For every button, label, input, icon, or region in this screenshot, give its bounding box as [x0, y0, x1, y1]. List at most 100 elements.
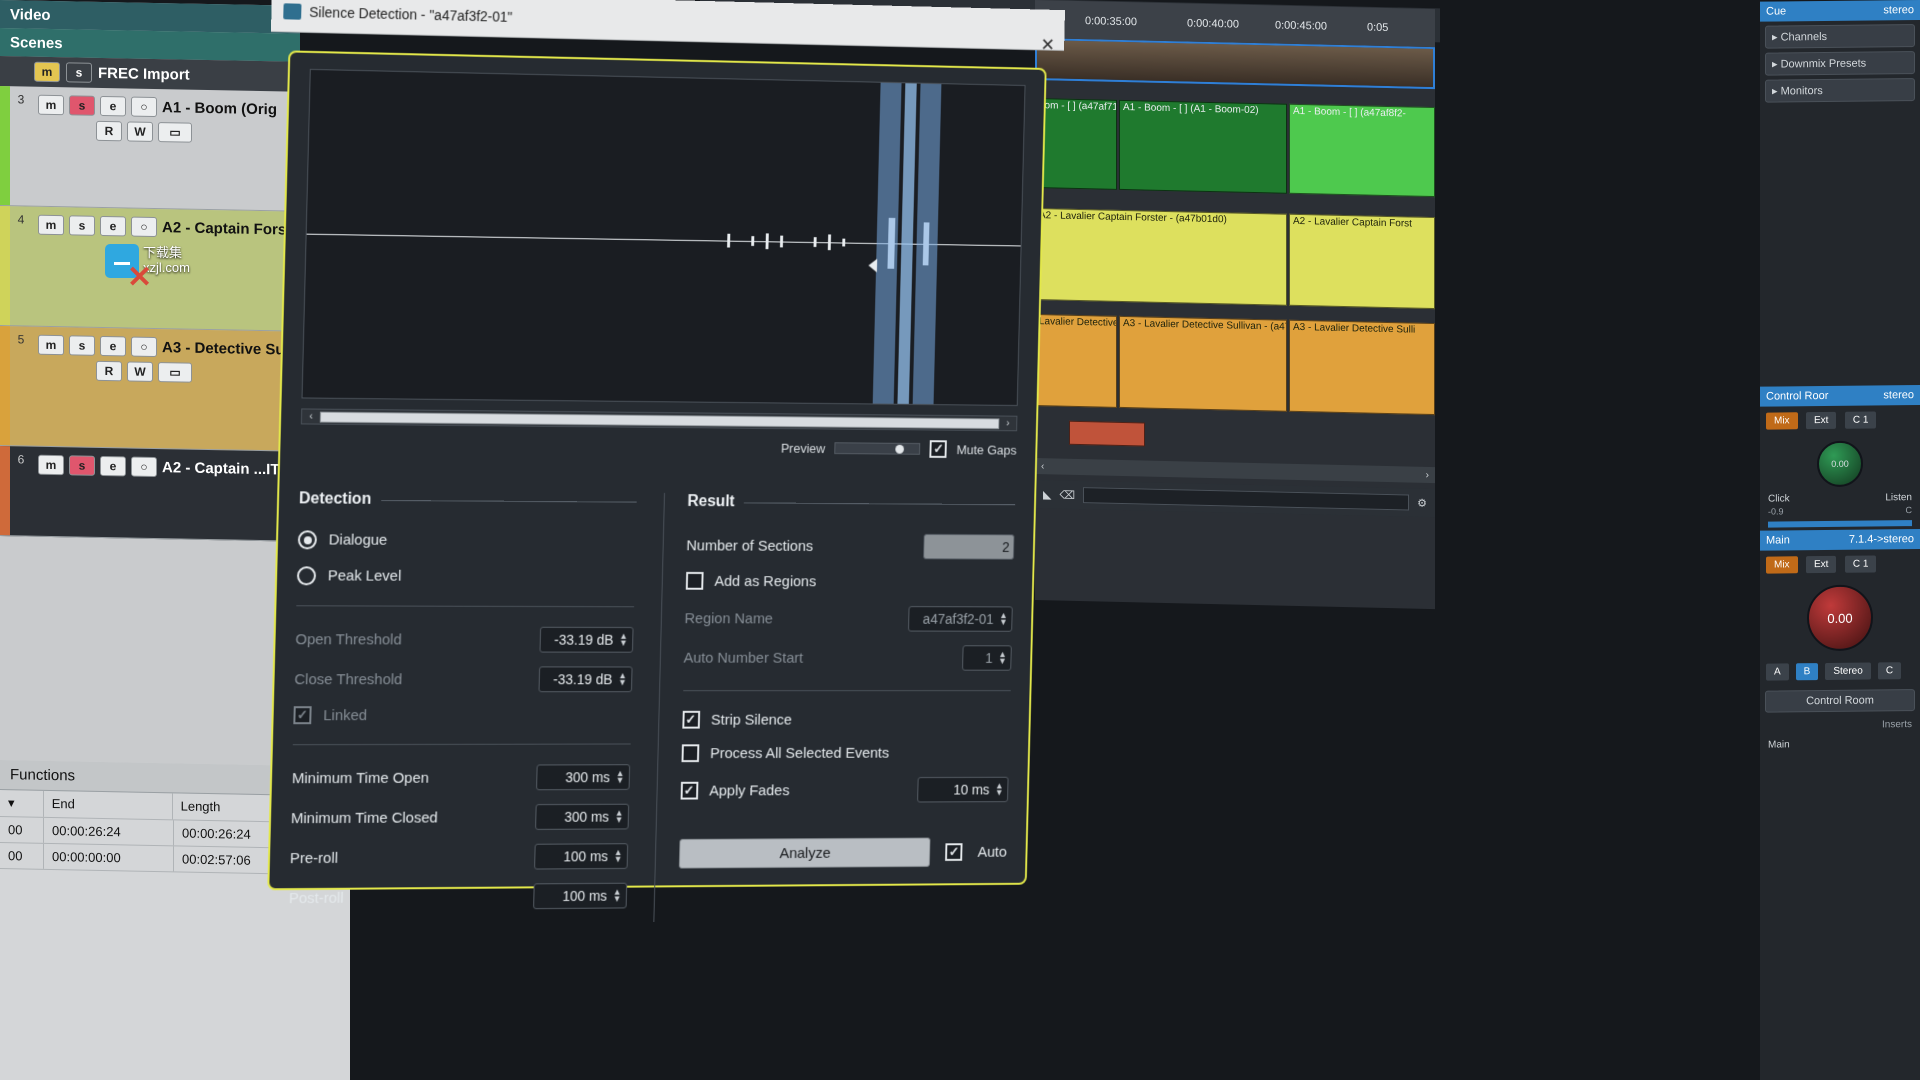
- preview-slider-knob[interactable]: [896, 445, 905, 454]
- window-titlebar[interactable]: Silence Detection - "a47af3f2-01": [271, 0, 1065, 51]
- mute-button[interactable]: m: [38, 335, 64, 355]
- main-volume-knob[interactable]: 0.00: [1807, 584, 1873, 651]
- table-row[interactable]: 5 m s e ○ A3 - Detective Su R W ▭: [0, 326, 300, 452]
- process-all-selected-events-checkbox[interactable]: [681, 744, 699, 762]
- button-b[interactable]: B: [1796, 663, 1819, 680]
- col-expander[interactable]: ▾: [0, 790, 44, 817]
- gear-icon[interactable]: ⚙: [1417, 496, 1427, 509]
- click-label[interactable]: Click: [1768, 493, 1790, 504]
- stepper-arrows-icon[interactable]: ▲▼: [998, 651, 1007, 665]
- tab-mix[interactable]: Mix: [1766, 412, 1798, 429]
- read-automation-button[interactable]: R: [96, 121, 122, 141]
- strip-silence-row[interactable]: ✓ Strip Silence: [682, 711, 1010, 729]
- clip[interactable]: A1 - Boom - [ ] (A1 - Boom-02): [1119, 100, 1287, 194]
- minimum-time-open-stepper[interactable]: 300 ms ▲▼: [536, 764, 630, 790]
- record-enable-icon[interactable]: ○: [131, 457, 157, 477]
- solo-button[interactable]: s: [66, 62, 92, 82]
- record-enable-icon[interactable]: ○: [131, 337, 157, 357]
- tab-c1[interactable]: C 1: [1845, 411, 1877, 428]
- solo-button[interactable]: s: [69, 335, 95, 355]
- add-as-regions-row[interactable]: Add as Regions: [685, 572, 1013, 591]
- radio-peak-level-indicator[interactable]: [297, 566, 316, 585]
- radio-dialogue[interactable]: Dialogue: [298, 530, 636, 551]
- clip[interactable]: A2 - Lavalier Captain Forster - (a47b01d…: [1035, 208, 1287, 306]
- post-roll-stepper[interactable]: 100 ms ▲▼: [533, 883, 627, 909]
- column-header-end[interactable]: End: [44, 791, 173, 819]
- waveform-display[interactable]: [302, 69, 1026, 406]
- scroll-right-icon[interactable]: ›: [999, 417, 1016, 429]
- solo-button[interactable]: s: [69, 215, 95, 235]
- solo-button[interactable]: s: [69, 455, 95, 475]
- mute-button[interactable]: m: [38, 455, 64, 475]
- rack-item-monitors[interactable]: ▸ Monitors: [1765, 78, 1915, 103]
- stepper-arrows-icon[interactable]: ▲▼: [619, 633, 628, 647]
- scrollbar-thumb[interactable]: [320, 411, 1000, 429]
- main-header[interactable]: Main 7.1.4->stereo: [1760, 529, 1920, 551]
- mute-button[interactable]: m: [38, 215, 64, 235]
- open-threshold-stepper[interactable]: -33.19 dB ▲▼: [539, 627, 633, 653]
- stepper-arrows-icon[interactable]: ▲▼: [999, 612, 1008, 626]
- edit-icon[interactable]: e: [100, 96, 126, 116]
- auto-checkbox[interactable]: ✓: [945, 843, 962, 861]
- erase-icon[interactable]: ⌫: [1059, 488, 1075, 501]
- clip[interactable]: A3 - Lavalier Detective Sullivan - (a47b: [1119, 316, 1287, 412]
- tab-c1[interactable]: C 1: [1845, 555, 1877, 572]
- edit-icon[interactable]: e: [100, 216, 126, 236]
- solo-button[interactable]: s: [69, 95, 95, 115]
- apply-fades-stepper[interactable]: 10 ms ▲▼: [917, 777, 1008, 803]
- cue-header[interactable]: Cue stereo: [1760, 0, 1920, 22]
- timeline-hscrollbar[interactable]: ‹ ›: [1035, 458, 1435, 483]
- region-name-input[interactable]: a47af3f2-01 ▲▼: [908, 606, 1013, 632]
- analyze-button[interactable]: Analyze: [678, 838, 930, 869]
- table-row[interactable]: 3 m s e ○ A1 - Boom (Orig R W ▭: [0, 86, 300, 212]
- read-automation-button[interactable]: R: [96, 361, 122, 381]
- stereo-button[interactable]: Stereo: [1825, 663, 1870, 680]
- control-room-footer[interactable]: Control Room: [1765, 689, 1915, 713]
- edit-icon[interactable]: e: [100, 336, 126, 356]
- channel-meter-icon[interactable]: ▭: [158, 122, 192, 143]
- mute-button[interactable]: m: [38, 95, 64, 115]
- radio-dialogue-indicator[interactable]: [298, 530, 317, 549]
- button-a[interactable]: A: [1766, 663, 1789, 680]
- record-enable-icon[interactable]: ○: [131, 217, 157, 237]
- close-icon[interactable]: ✕: [1040, 35, 1055, 56]
- stepper-arrows-icon[interactable]: ▲▼: [614, 849, 623, 863]
- auto-number-start-stepper[interactable]: 1 ▲▼: [962, 645, 1012, 670]
- stepper-arrows-icon[interactable]: ▲▼: [616, 770, 625, 784]
- mute-gaps-checkbox[interactable]: ✓: [930, 440, 947, 458]
- clip[interactable]: A1 - Boom - [ ] (a47af8f2-: [1289, 104, 1435, 197]
- add-as-regions-checkbox[interactable]: [685, 572, 703, 590]
- record-enable-icon[interactable]: ○: [131, 97, 157, 117]
- close-threshold-stepper[interactable]: -33.19 dB ▲▼: [538, 666, 632, 692]
- selection-band[interactable]: [913, 84, 942, 404]
- linked-checkbox-row[interactable]: ✓ Linked: [293, 706, 631, 724]
- strip-silence-checkbox[interactable]: ✓: [682, 711, 700, 729]
- radio-peak-level[interactable]: Peak Level: [297, 566, 635, 586]
- tab-mix[interactable]: Mix: [1766, 556, 1798, 573]
- edit-icon[interactable]: e: [100, 456, 126, 476]
- process-all-selected-events-row[interactable]: Process All Selected Events: [681, 744, 1009, 762]
- minimum-time-closed-stepper[interactable]: 300 ms ▲▼: [535, 804, 629, 830]
- info-field[interactable]: [1083, 487, 1409, 510]
- apply-fades-checkbox[interactable]: ✓: [680, 782, 698, 800]
- linked-checkbox[interactable]: ✓: [293, 706, 311, 724]
- stepper-arrows-icon[interactable]: ▲▼: [995, 783, 1004, 797]
- pre-roll-stepper[interactable]: 100 ms ▲▼: [534, 843, 628, 869]
- stepper-arrows-icon[interactable]: ▲▼: [615, 810, 624, 824]
- control-room-header[interactable]: Control Roor stereo: [1760, 385, 1920, 407]
- button-c[interactable]: C: [1878, 662, 1901, 679]
- clip[interactable]: [1069, 421, 1145, 447]
- selection-band[interactable]: [873, 83, 902, 404]
- listen-knob[interactable]: 0.00: [1817, 441, 1863, 487]
- write-automation-button[interactable]: W: [127, 121, 153, 141]
- tab-ext[interactable]: Ext: [1806, 412, 1836, 429]
- table-row[interactable]: 6 m s e ○ A2 - Captain ...IT: [0, 446, 300, 542]
- stepper-arrows-icon[interactable]: ▲▼: [618, 672, 627, 686]
- stepper-arrows-icon[interactable]: ▲▼: [613, 889, 622, 903]
- scroll-left-icon[interactable]: ‹: [302, 410, 320, 422]
- rack-item-downmix-presets[interactable]: ▸ Downmix Presets: [1765, 51, 1915, 76]
- tab-ext[interactable]: Ext: [1806, 556, 1836, 573]
- waveform-hscrollbar[interactable]: ‹ ›: [301, 408, 1018, 431]
- clip[interactable]: A2 - Lavalier Captain Forst: [1289, 214, 1435, 309]
- apply-fades-row[interactable]: ✓ Apply Fades 10 ms ▲▼: [680, 777, 1009, 804]
